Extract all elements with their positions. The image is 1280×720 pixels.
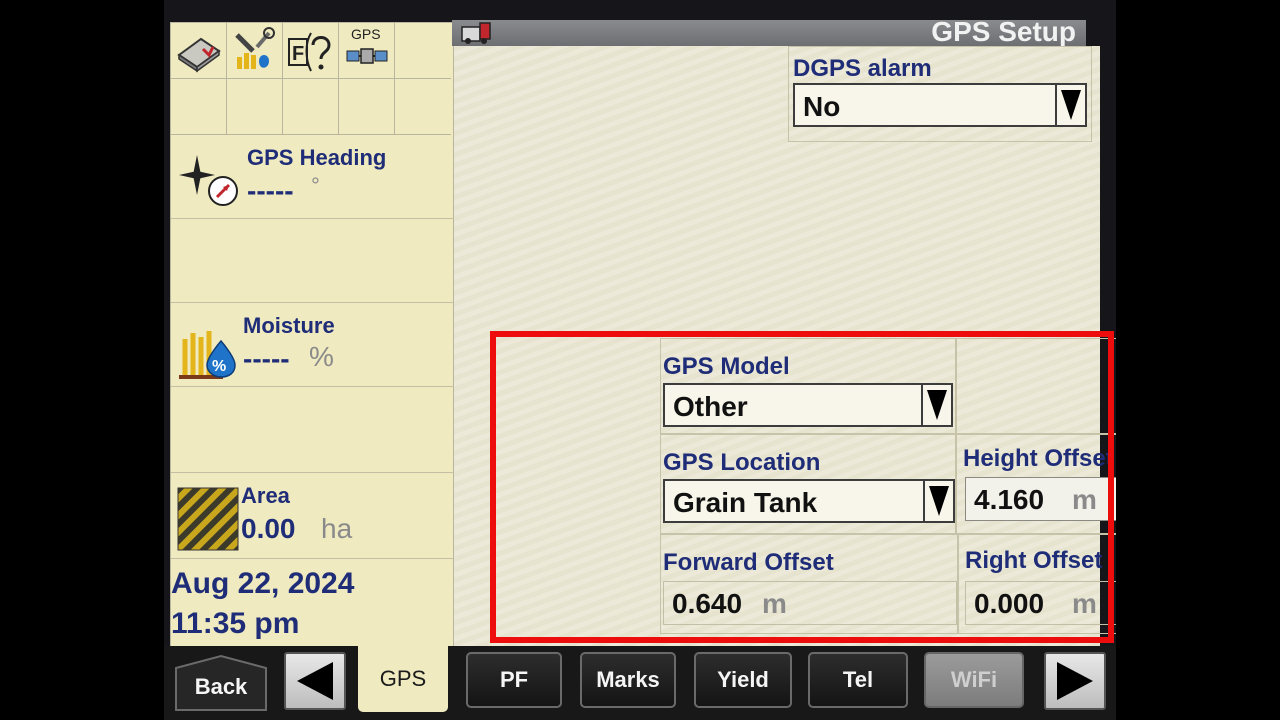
area-unit: ha <box>321 513 353 544</box>
svg-text:%: % <box>212 358 226 375</box>
empty-cell <box>171 79 227 135</box>
height-offset-field: Height Offset 4.160 m <box>956 434 1116 534</box>
gps-satellite-icon: GPS <box>346 26 387 64</box>
right-offset-field: Right Offset 0.000 m <box>958 534 1116 634</box>
tel-button[interactable]: Tel <box>808 652 908 708</box>
page-title: GPS Setup <box>931 16 1076 47</box>
help-button[interactable]: F <box>283 23 339 79</box>
moisture-unit: % <box>309 341 334 372</box>
wifi-button[interactable]: WiFi <box>924 652 1024 708</box>
wifi-label: WiFi <box>950 667 998 692</box>
empty-cell <box>227 79 283 135</box>
height-offset-unit: m <box>1072 484 1097 515</box>
dgps-alarm-label: DGPS alarm <box>793 55 932 82</box>
tab-gps[interactable]: GPS <box>358 646 448 712</box>
forward-offset-input[interactable]: 0.640 m <box>663 581 957 625</box>
marks-button[interactable]: Marks <box>580 652 676 708</box>
forward-offset-unit: m <box>762 588 787 619</box>
tools-icon <box>234 26 275 69</box>
area-value: 0.00 <box>241 513 296 544</box>
icon-grid: F GPS <box>171 23 455 135</box>
gps-location-value: Grain Tank <box>673 487 818 518</box>
gps-location-dropdown[interactable]: Grain Tank <box>663 479 955 523</box>
gps-model-dropdown[interactable]: Other <box>663 383 953 427</box>
forward-offset-label: Forward Offset <box>663 549 834 576</box>
pf-label: PF <box>499 667 529 692</box>
height-offset-value: 4.160 <box>974 484 1045 515</box>
gps-model-label: GPS Model <box>663 353 790 380</box>
previous-page-button[interactable] <box>284 652 346 710</box>
gps-location-field: GPS Location Grain Tank <box>660 434 956 534</box>
help-icon: F <box>287 31 331 71</box>
empty-cell <box>395 23 451 79</box>
empty-field <box>956 338 1116 434</box>
empty-cell <box>283 79 339 135</box>
height-offset-label: Height Offset <box>963 445 1114 472</box>
gps-heading-label: GPS Heading <box>247 145 387 170</box>
yield-button[interactable]: Yield <box>694 652 792 708</box>
right-offset-value: 0.000 <box>974 588 1045 619</box>
back-button[interactable]: Back <box>174 654 268 712</box>
area-tile[interactable]: Area 0.00 ha <box>171 473 455 559</box>
gps-model-dropdown-button[interactable] <box>921 385 951 425</box>
triangle-down-icon <box>927 390 947 420</box>
gps-location-label: GPS Location <box>663 449 821 476</box>
marks-label: Marks <box>596 667 660 692</box>
area-label: Area <box>241 483 290 508</box>
empty-tile <box>171 387 455 473</box>
date-display: Aug 22, 2024 <box>171 567 355 600</box>
combine-harvester-icon <box>461 22 491 44</box>
time-display: 11:35 pm <box>171 607 300 640</box>
gps-heading-tile[interactable]: GPS Heading ----- ° <box>171 135 455 219</box>
moisture-tile[interactable]: % Moisture ----- % <box>171 303 455 387</box>
book-icon <box>176 37 221 72</box>
forward-offset-field: Forward Offset 0.640 m <box>660 534 958 634</box>
empty-tile <box>171 219 455 303</box>
triangle-left-icon <box>297 662 333 700</box>
empty-cell <box>339 79 395 135</box>
moisture-grain-icon: % <box>179 331 236 379</box>
height-offset-input[interactable]: 4.160 m <box>965 477 1116 521</box>
tab-gps-label: GPS <box>379 666 427 691</box>
triangle-down-icon <box>1061 90 1081 120</box>
gps-setup-button[interactable]: GPS <box>339 23 395 79</box>
svg-text:F: F <box>292 43 304 65</box>
left-panel: F GPS GPS Heading ----- ° % Moisture ---… <box>170 22 455 648</box>
triangle-down-icon <box>929 486 949 516</box>
gps-heading-unit: ° <box>311 173 320 198</box>
main-panel: DGPS alarm No GPS Model Other GPS Locati… <box>454 46 1116 648</box>
right-offset-input[interactable]: 0.000 m <box>965 581 1116 625</box>
pf-button[interactable]: PF <box>466 652 562 708</box>
title-bar: GPS Setup <box>452 16 1086 47</box>
yield-label: Yield <box>717 667 769 692</box>
dgps-alarm-field: DGPS alarm No <box>788 46 1092 142</box>
right-offset-unit: m <box>1072 588 1097 619</box>
back-label: Back <box>194 674 248 699</box>
moisture-label: Moisture <box>243 313 335 338</box>
moisture-value: ----- <box>243 343 290 374</box>
tel-label: Tel <box>842 667 874 692</box>
gps-model-field: GPS Model Other <box>660 338 956 434</box>
gps-model-value: Other <box>673 391 748 422</box>
dgps-alarm-dropdown-button[interactable] <box>1055 85 1085 125</box>
area-hatch-icon <box>177 487 239 551</box>
bottom-softkey-bar: Back GPS PF Marks Yield Tel WiFi <box>164 646 1116 720</box>
right-offset-label: Right Offset <box>965 547 1103 574</box>
gps-location-dropdown-button[interactable] <box>923 481 953 521</box>
svg-text:GPS: GPS <box>351 26 381 42</box>
compass-icon <box>179 155 238 206</box>
tools-button[interactable] <box>227 23 283 79</box>
dgps-alarm-value: No <box>803 91 841 122</box>
dgps-alarm-dropdown[interactable]: No <box>793 83 1087 127</box>
next-page-button[interactable] <box>1044 652 1106 710</box>
gps-heading-value: ----- <box>247 175 294 206</box>
empty-cell <box>395 79 451 135</box>
display-screen: F GPS GPS Heading ----- ° % Moisture ---… <box>164 0 1116 720</box>
book-button[interactable] <box>171 23 227 79</box>
triangle-right-icon <box>1057 662 1093 700</box>
forward-offset-value: 0.640 <box>672 588 743 619</box>
